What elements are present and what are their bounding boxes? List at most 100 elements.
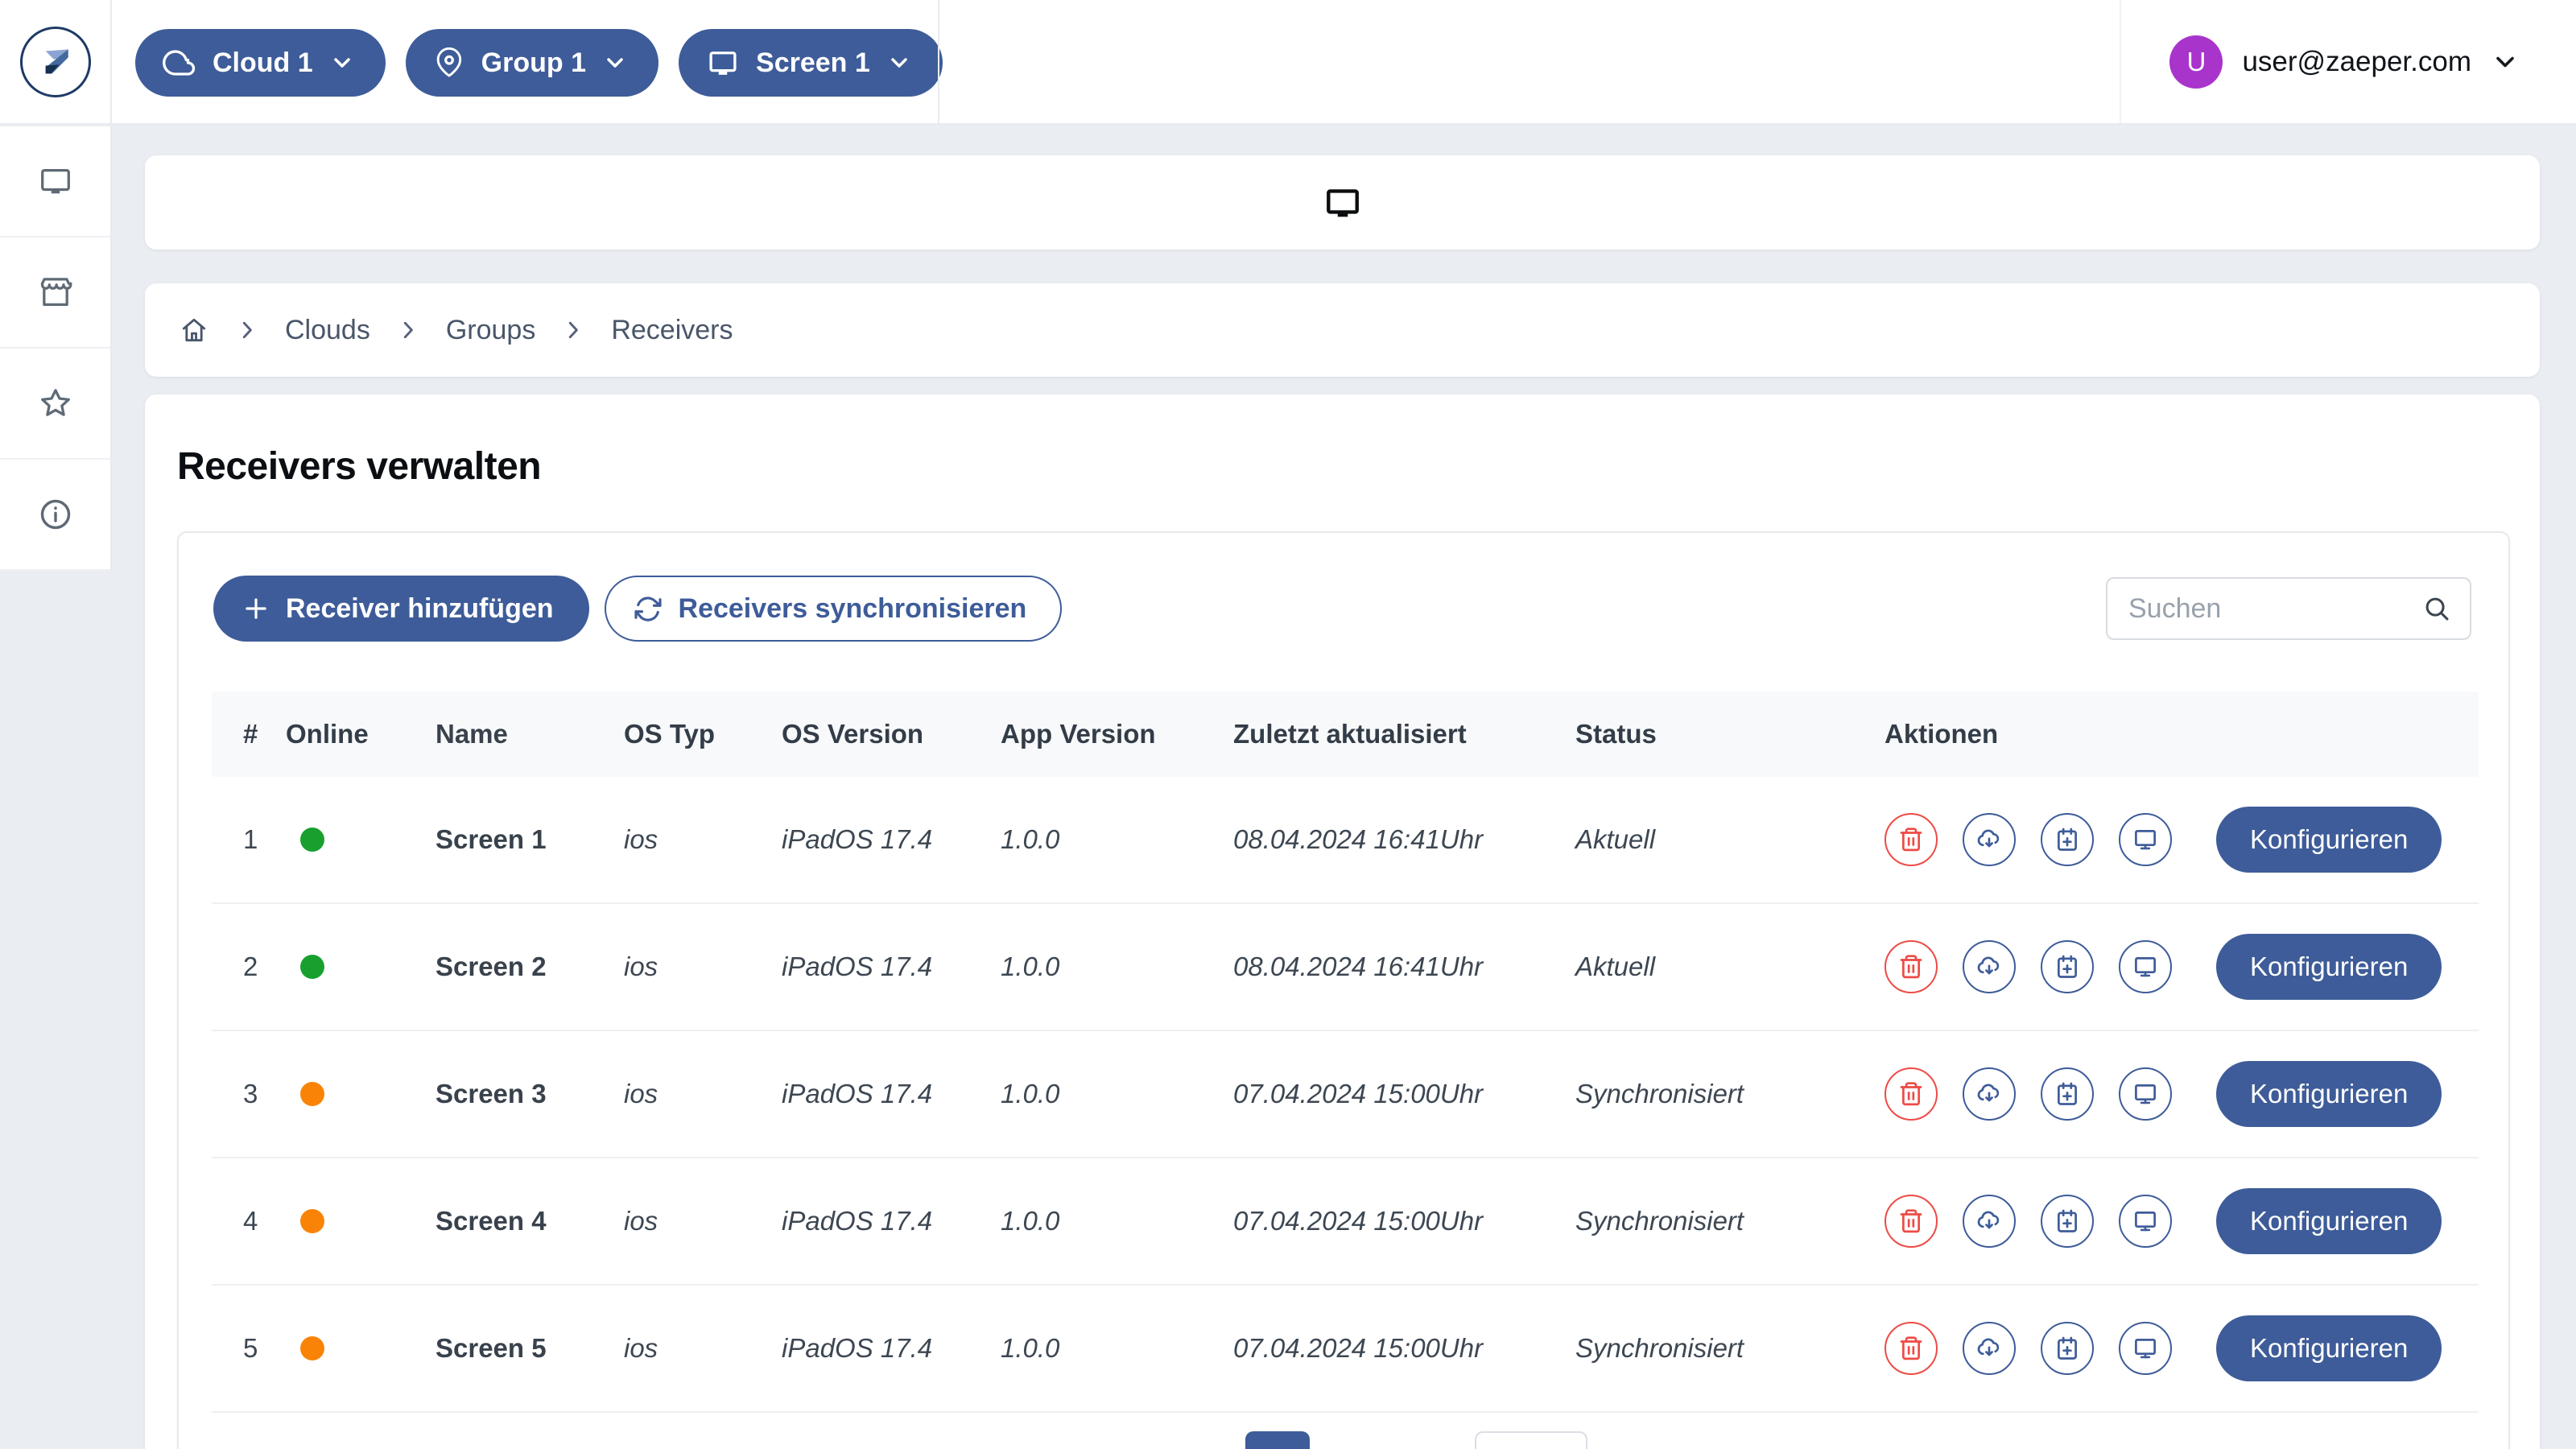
delete-button[interactable] (1885, 1067, 1938, 1121)
screen-selector[interactable]: Screen 1 (679, 29, 943, 97)
search-icon (2421, 593, 2452, 624)
cloud-selector[interactable]: Cloud 1 (135, 29, 386, 97)
configure-button[interactable]: Konfigurieren (2216, 1188, 2442, 1254)
os-version: iPadOS 17.4 (782, 824, 933, 854)
sidebar-item-store[interactable] (0, 237, 110, 349)
home-icon[interactable] (179, 315, 209, 345)
last-updated: 07.04.2024 15:00Uhr (1233, 1079, 1484, 1108)
pagination-current-page[interactable] (1245, 1431, 1310, 1449)
user-menu[interactable]: U user@zaeper.com (2120, 0, 2576, 123)
sidebar-item-info[interactable] (0, 460, 110, 571)
configure-button[interactable]: Konfigurieren (2216, 807, 2442, 873)
cloud-selector-label: Cloud 1 (213, 47, 313, 78)
screen-view-button[interactable] (2119, 1067, 2172, 1121)
cloud-download-button[interactable] (1963, 1067, 2016, 1121)
online-status-dot (300, 1209, 324, 1233)
cloud-download-button[interactable] (1963, 813, 2016, 866)
schedule-button[interactable] (2041, 1322, 2094, 1375)
sidebar-item-screens[interactable] (0, 126, 110, 237)
status-text: Aktuell (1575, 824, 1656, 854)
configure-button[interactable]: Konfigurieren (2216, 934, 2442, 1000)
screen-selector-label: Screen 1 (756, 47, 870, 78)
last-updated: 07.04.2024 15:00Uhr (1233, 1206, 1484, 1236)
group-selector[interactable]: Group 1 (405, 29, 659, 97)
sidebar-item-favorites[interactable] (0, 349, 110, 460)
online-cell (286, 828, 436, 852)
app-version: 1.0.0 (1001, 1206, 1060, 1236)
configure-button[interactable]: Konfigurieren (2216, 1061, 2442, 1127)
table-row: 4 Screen 4 ios iPadOS 17.4 1.0.0 07.04.2… (212, 1158, 2479, 1286)
user-email: user@zaeper.com (2242, 45, 2471, 77)
configure-button[interactable]: Konfigurieren (2216, 1315, 2442, 1381)
location-pin-icon (433, 47, 465, 79)
os-version: iPadOS 17.4 (782, 1206, 933, 1236)
header-os-version: OS Version (782, 719, 924, 749)
cloud-icon (163, 46, 196, 80)
search-box (2106, 577, 2471, 640)
pagination-next-button[interactable] (1475, 1431, 1587, 1449)
trash-icon (1897, 953, 1925, 980)
status-text: Synchronisiert (1575, 1333, 1744, 1363)
online-status-dot (300, 1082, 324, 1106)
table-body: 1 Screen 1 ios iPadOS 17.4 1.0.0 08.04.2… (212, 777, 2479, 1413)
info-icon (37, 496, 74, 533)
trash-icon (1897, 826, 1925, 853)
delete-button[interactable] (1885, 1322, 1938, 1375)
app-version: 1.0.0 (1001, 952, 1060, 981)
chevron-right-icon (396, 318, 420, 342)
row-actions: Konfigurieren (1828, 934, 2479, 1000)
schedule-button[interactable] (2041, 940, 2094, 993)
row-number: 2 (243, 952, 258, 981)
row-number: 1 (243, 824, 258, 854)
header-app-version: App Version (1001, 719, 1156, 749)
header-actions: Aktionen (1885, 719, 1999, 749)
breadcrumb-receivers[interactable]: Receivers (611, 315, 733, 346)
table-row: 2 Screen 2 ios iPadOS 17.4 1.0.0 08.04.2… (212, 904, 2479, 1031)
chevron-down-icon (886, 50, 912, 76)
monitor-icon (1323, 183, 1363, 223)
breadcrumb-clouds[interactable]: Clouds (285, 315, 370, 346)
cloud-download-icon (1975, 1080, 2003, 1108)
cloud-download-button[interactable] (1963, 1322, 2016, 1375)
plus-icon (241, 593, 271, 624)
delete-button[interactable] (1885, 1195, 1938, 1248)
schedule-button[interactable] (2041, 813, 2094, 866)
os-type: ios (624, 1079, 658, 1108)
screen-view-button[interactable] (2119, 940, 2172, 993)
breadcrumb-groups[interactable]: Groups (446, 315, 536, 346)
row-actions: Konfigurieren (1828, 1188, 2479, 1254)
chevron-down-icon (2491, 47, 2520, 76)
add-receiver-button[interactable]: Receiver hinzufügen (213, 576, 589, 642)
table-row: 1 Screen 1 ios iPadOS 17.4 1.0.0 08.04.2… (212, 777, 2479, 904)
os-type: ios (624, 952, 658, 981)
receiver-name: Screen 5 (436, 1333, 547, 1363)
delete-button[interactable] (1885, 940, 1938, 993)
last-updated: 08.04.2024 16:41Uhr (1233, 952, 1484, 981)
context-selectors: Cloud 1 Group 1 Screen 1 (135, 29, 943, 97)
cloud-download-button[interactable] (1963, 940, 2016, 993)
screen-preview-card[interactable] (145, 155, 2540, 250)
sync-receivers-button[interactable]: Receivers synchronisieren (604, 576, 1063, 642)
receiver-name: Screen 2 (436, 952, 547, 981)
cloud-download-button[interactable] (1963, 1195, 2016, 1248)
breadcrumb-card: Clouds Groups Receivers (145, 283, 2540, 377)
os-version: iPadOS 17.4 (782, 1333, 933, 1363)
status-text: Aktuell (1575, 952, 1656, 981)
app-logo[interactable] (0, 0, 112, 123)
sync-receivers-label: Receivers synchronisieren (678, 592, 1027, 624)
receivers-table-card: Receiver hinzufügen Receivers synchronis… (177, 531, 2510, 1449)
chevron-down-icon (602, 50, 628, 76)
schedule-button[interactable] (2041, 1067, 2094, 1121)
online-cell (286, 1209, 436, 1233)
screen-view-button[interactable] (2119, 1322, 2172, 1375)
delete-button[interactable] (1885, 813, 1938, 866)
cloud-download-icon (1975, 826, 2003, 853)
row-actions: Konfigurieren (1828, 1315, 2479, 1381)
screen-view-button[interactable] (2119, 1195, 2172, 1248)
schedule-button[interactable] (2041, 1195, 2094, 1248)
cloud-download-icon (1975, 953, 2003, 980)
header-online: Online (286, 719, 369, 749)
zaeper-logo-icon (19, 26, 91, 97)
screen-view-button[interactable] (2119, 813, 2172, 866)
search-input[interactable] (2106, 577, 2471, 640)
